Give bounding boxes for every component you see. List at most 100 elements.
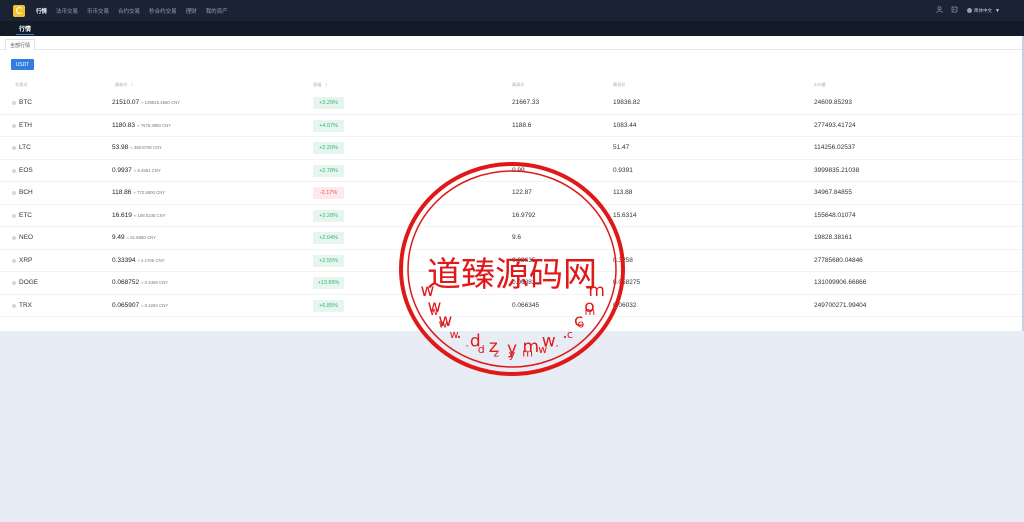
table-row[interactable]: XRP 0.33394 ≈ 2.1706 CNY +2.55% 0.33635 0.325…	[0, 250, 1024, 272]
last-price: 53.98 ≈ 350.8700 CNY	[112, 144, 163, 151]
header-last-price[interactable]: 最新价 ⇕	[115, 82, 134, 88]
header-change[interactable]: 涨幅 ⇕	[313, 82, 328, 88]
last-price: 0.065907 ≈ 0.4284 CNY	[112, 301, 169, 309]
sort-icon[interactable]: ⇕	[131, 82, 134, 87]
table-row[interactable]: BCH 118.86 ≈ 772.5900 CNY -2.17% 122.87 113.8…	[0, 182, 1024, 205]
divider	[0, 49, 1022, 50]
nav-item-finance[interactable]: 理财	[186, 7, 197, 15]
cny-price: ≈ 139815.4550 CNY	[141, 100, 181, 105]
last-price: 1180.83 ≈ 7675.3950 CNY	[112, 121, 172, 129]
tab-market[interactable]: 行情	[14, 21, 36, 36]
language-label: 简体中文	[974, 7, 993, 13]
user-icon[interactable]	[936, 6, 943, 15]
favorite-star-icon[interactable]	[12, 146, 16, 150]
change-badge: +13.89%	[313, 277, 344, 289]
high-price: 9.6	[512, 234, 522, 241]
stamp-char: .	[465, 337, 469, 350]
favorite-star-icon[interactable]	[12, 303, 16, 308]
volume-24h: 131099906.66866	[814, 279, 867, 286]
nav-item-spot-trade[interactable]: 币币交易	[87, 7, 109, 15]
nav-item-fiat-trade[interactable]: 法币交易	[56, 7, 78, 15]
chevron-down-icon: ▼	[995, 7, 1000, 14]
low-price: 19836.82	[613, 99, 641, 106]
nav-item-market[interactable]: 行情	[36, 7, 47, 15]
usdt-quote-button[interactable]: USDT	[11, 59, 34, 70]
pair-symbol: XRP	[19, 256, 33, 264]
cny-price: ≈ 772.5900 CNY	[133, 190, 166, 195]
high-price: 0.99	[512, 166, 525, 174]
change-badge: +2.04%	[313, 232, 344, 244]
stamp-char: z	[489, 337, 498, 357]
language-selector[interactable]: 简体中文 ▼	[967, 8, 1000, 14]
volume-24h: 114256.02537	[814, 144, 856, 151]
download-icon[interactable]	[951, 6, 958, 15]
stamp-char: w	[538, 343, 547, 356]
stamp-char: z	[494, 347, 500, 360]
pair-symbol: NEO	[19, 234, 34, 241]
logo-icon[interactable]	[13, 4, 25, 17]
low-price: 51.47	[613, 144, 630, 151]
sort-icon[interactable]: ⇕	[324, 82, 327, 87]
market-panel: 全部行情 USDT 交易对 最新价 ⇕ 涨幅 ⇕ 最高价 最低价 24H量 BTC 2…	[0, 36, 1024, 331]
last-price: 21510.07 ≈ 139815.4550 CNY	[112, 99, 181, 106]
low-price: 0.058275	[613, 279, 641, 286]
header-low: 最低价	[613, 82, 626, 87]
volume-24h: 249700271.99404	[814, 301, 867, 309]
table-row[interactable]: ETC 16.619 ≈ 108.0235 CNY +3.28% 16.9792 15.6…	[0, 205, 1024, 227]
pair-symbol: ETC	[19, 211, 32, 219]
stamp-char: y	[507, 339, 517, 359]
header-volume: 24H量	[814, 82, 826, 87]
table-row[interactable]: NEO 9.49 ≈ 61.6850 CNY +2.04% 9.6 19828.38161	[0, 227, 1024, 250]
volume-24h: 155648.01074	[814, 211, 856, 219]
favorite-star-icon[interactable]	[12, 236, 16, 240]
top-nav: 行情 法币交易 币币交易 合约交易 秒合约交易 理财 我的资产 简体中文 ▼	[0, 0, 1024, 21]
cny-price: ≈ 108.0235 CNY	[133, 212, 166, 218]
high-price: 16.9792	[512, 211, 536, 219]
table-row[interactable]: TRX 0.065907 ≈ 0.4284 CNY +6.85% 0.066345 0.0…	[0, 295, 1024, 317]
favorite-star-icon[interactable]	[12, 168, 16, 173]
cny-price: ≈ 0.4284 CNY	[141, 302, 169, 308]
nav-item-second-contract[interactable]: 秒合约交易	[149, 7, 177, 15]
nav-item-my-assets[interactable]: 我的资产	[206, 7, 228, 15]
tab-all-markets[interactable]: 全部行情	[5, 39, 36, 50]
stamp-char: m	[522, 347, 533, 360]
globe-icon	[967, 8, 973, 13]
stamp-char: m	[523, 337, 540, 357]
high-price: 0.33635	[512, 256, 536, 264]
change-badge: +4.07%	[313, 119, 344, 132]
nav-right: 简体中文 ▼	[928, 0, 1000, 21]
high-price: 1188.6	[512, 121, 532, 129]
favorite-star-icon[interactable]	[12, 123, 16, 128]
favorite-star-icon[interactable]	[12, 191, 16, 195]
high-price: 21667.33	[512, 99, 540, 106]
volume-24h: 24609.85293	[814, 99, 852, 106]
table-header: 交易对 最新价 ⇕ 涨幅 ⇕ 最高价 最低价 24H量	[0, 79, 1024, 91]
stamp-char: .	[555, 337, 559, 350]
stamp-char: d	[478, 343, 485, 356]
table-row[interactable]: ETH 1180.83 ≈ 7675.3950 CNY +4.07% 1188.6 108…	[0, 115, 1024, 137]
pair-symbol: BCH	[19, 189, 33, 196]
favorite-star-icon[interactable]	[12, 101, 16, 105]
stamp-char: y	[509, 348, 516, 361]
favorite-star-icon[interactable]	[12, 213, 16, 218]
volume-24h: 277493.41724	[814, 121, 856, 129]
sub-nav: 行情	[0, 21, 1024, 36]
table-row[interactable]: BTC 21510.07 ≈ 139815.4550 CNY +3.29% 21667.…	[0, 92, 1024, 115]
last-price: 0.33394 ≈ 2.1706 CNY	[112, 256, 165, 264]
table-row[interactable]: LTC 53.98 ≈ 350.8700 CNY +2.20% 51.47 114256.…	[0, 137, 1024, 160]
pair-symbol: EOS	[19, 166, 33, 174]
low-price: 113.88	[613, 189, 633, 196]
low-price: 0.06032	[613, 301, 637, 309]
table-row[interactable]: DOGE 0.068752 ≈ 0.4469 CNY +13.89% 0.06882 0.…	[0, 272, 1024, 295]
last-price: 9.49 ≈ 61.6850 CNY	[112, 234, 157, 241]
nav-item-contract-trade[interactable]: 合约交易	[118, 7, 140, 15]
pair-symbol: DOGE	[19, 279, 39, 286]
favorite-star-icon[interactable]	[12, 281, 16, 285]
change-badge: -2.17%	[313, 187, 344, 199]
low-price: 0.3258	[613, 256, 633, 264]
favorite-star-icon[interactable]	[12, 258, 16, 263]
cny-price: ≈ 61.6850 CNY	[126, 235, 157, 240]
table-row[interactable]: EOS 0.9937 ≈ 6.4591 CNY +2.78% 0.99 0.9391 399…	[0, 160, 1024, 182]
change-badge: +6.85%	[313, 299, 344, 312]
volume-24h: 27785680.04846	[814, 256, 863, 264]
